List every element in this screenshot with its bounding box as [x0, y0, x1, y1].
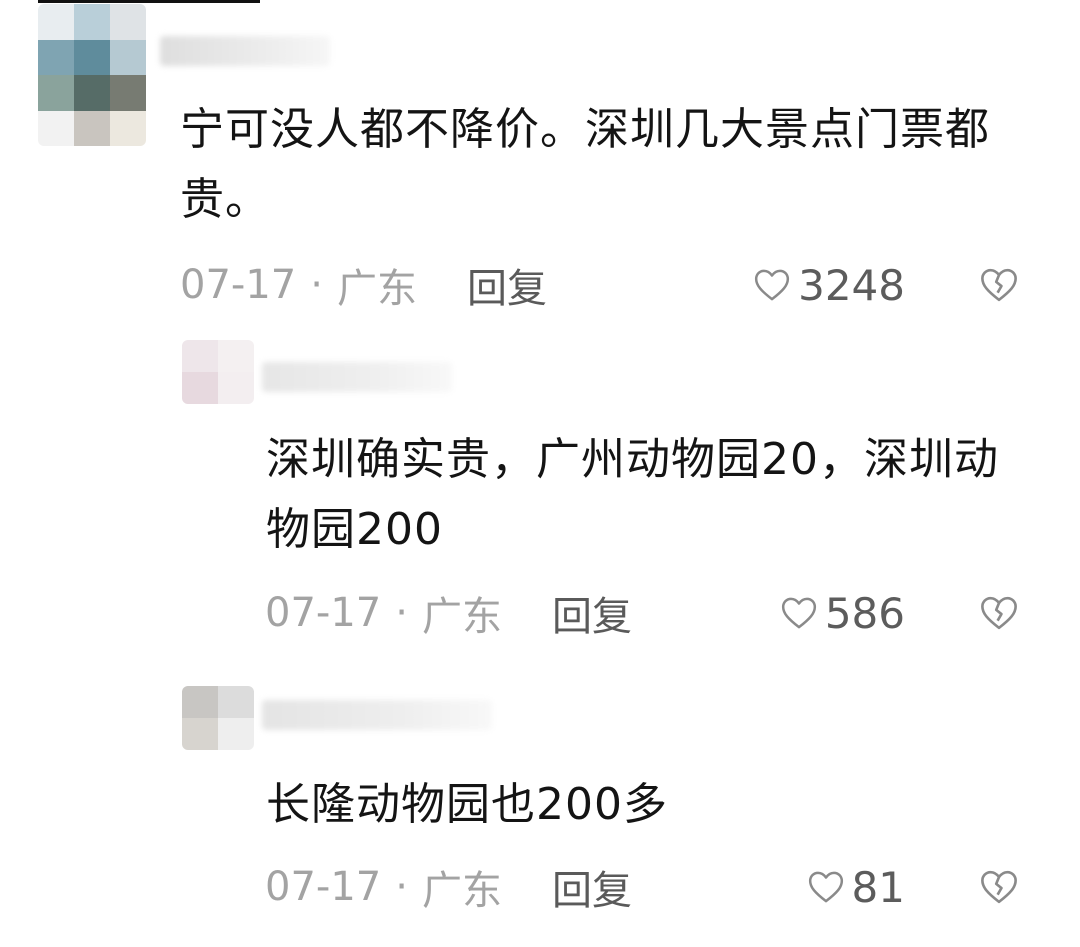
meta-separator: ·	[310, 262, 323, 308]
reply-button[interactable]: 回复	[467, 256, 547, 314]
broken-heart-icon[interactable]	[978, 592, 1020, 634]
reply-meta: 07-17 · 广东 回复	[265, 862, 632, 914]
reply-date: 07-17	[265, 590, 382, 636]
like-count: 81	[851, 862, 905, 912]
reply-meta: 07-17 · 广东 回复	[265, 588, 632, 640]
reply-button[interactable]: 回复	[552, 584, 632, 642]
meta-separator: ·	[395, 864, 408, 910]
reply-text: 长隆动物园也200多	[266, 779, 668, 830]
reply-location: 广东	[421, 868, 502, 914]
reply-text: 深圳确实贵，广州动物园20，深圳动物园200	[266, 434, 999, 555]
reply-button[interactable]: 回复	[552, 858, 632, 916]
username-blurred[interactable]	[262, 700, 492, 730]
like-button[interactable]: 586	[779, 588, 905, 638]
avatar[interactable]	[38, 4, 146, 146]
comment-location: 广东	[336, 266, 417, 312]
top-divider	[38, 0, 260, 3]
username-blurred[interactable]	[160, 36, 330, 66]
reply-date: 07-17	[265, 864, 382, 910]
broken-heart-icon[interactable]	[978, 264, 1020, 306]
like-button[interactable]: 81	[806, 862, 905, 912]
heart-outline-icon	[781, 597, 816, 629]
username-blurred[interactable]	[262, 362, 452, 392]
like-count: 3248	[798, 260, 905, 310]
comment-text: 宁可没人都不降价。深圳几大景点门票都贵。	[180, 104, 990, 225]
avatar[interactable]	[182, 340, 254, 404]
like-button[interactable]: 3248	[752, 260, 905, 310]
meta-separator: ·	[395, 590, 408, 636]
comment-thread: 宁可没人都不降价。深圳几大景点门票都贵。 07-17 · 广东 回复 3248 …	[0, 0, 1080, 947]
broken-heart-icon[interactable]	[978, 866, 1020, 908]
comment-meta: 07-17 · 广东 回复	[180, 260, 547, 312]
comment-date: 07-17	[180, 262, 297, 308]
reply-location: 广东	[421, 594, 502, 640]
like-count: 586	[824, 588, 905, 638]
heart-outline-icon	[808, 871, 843, 903]
avatar[interactable]	[182, 686, 254, 750]
heart-outline-icon	[755, 269, 790, 301]
